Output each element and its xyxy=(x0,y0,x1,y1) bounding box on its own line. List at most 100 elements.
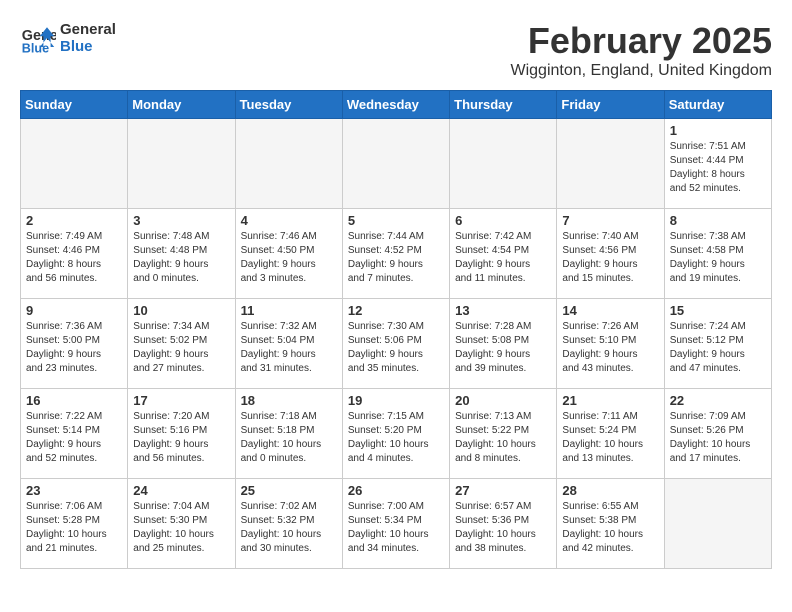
calendar-cell: 21 Sunrise: 7:11 AM Sunset: 5:24 PM Dayli… xyxy=(557,389,664,479)
logo-line2: Blue xyxy=(60,38,116,55)
day-number: 27 xyxy=(455,483,551,498)
calendar-cell: 1 Sunrise: 7:51 AM Sunset: 4:44 PM Daylig… xyxy=(664,119,771,209)
day-info: Sunrise: 7:15 AM Sunset: 5:20 PM Dayligh… xyxy=(348,410,444,466)
calendar-cell: 27 Sunrise: 6:57 AM Sunset: 5:36 PM Dayli… xyxy=(450,479,557,569)
calendar-cell: 12 Sunrise: 7:30 AM Sunset: 5:06 PM Dayli… xyxy=(342,299,449,389)
calendar-cell: 15 Sunrise: 7:24 AM Sunset: 5:12 PM Dayli… xyxy=(664,299,771,389)
calendar-cell: 6 Sunrise: 7:42 AM Sunset: 4:54 PM Daylig… xyxy=(450,209,557,299)
day-info: Sunrise: 7:38 AM Sunset: 4:58 PM Dayligh… xyxy=(670,230,766,286)
day-number: 24 xyxy=(133,483,229,498)
day-info: Sunrise: 7:42 AM Sunset: 4:54 PM Dayligh… xyxy=(455,230,551,286)
calendar-cell xyxy=(342,119,449,209)
day-info: Sunrise: 7:51 AM Sunset: 4:44 PM Dayligh… xyxy=(670,140,766,196)
day-info: Sunrise: 7:18 AM Sunset: 5:18 PM Dayligh… xyxy=(241,410,337,466)
logo-icon: General Blue xyxy=(20,20,56,56)
calendar-cell: 28Sunrise: 6:55 AM Sunset: 5:38 PM Dayli… xyxy=(557,479,664,569)
weekday-header-monday: Monday xyxy=(128,91,235,119)
calendar-cell xyxy=(450,119,557,209)
day-number: 18 xyxy=(241,393,337,408)
day-info: Sunrise: 7:44 AM Sunset: 4:52 PM Dayligh… xyxy=(348,230,444,286)
day-info: Sunrise: 7:20 AM Sunset: 5:16 PM Dayligh… xyxy=(133,410,229,466)
calendar-cell: 4 Sunrise: 7:46 AM Sunset: 4:50 PM Daylig… xyxy=(235,209,342,299)
day-info: Sunrise: 7:00 AM Sunset: 5:34 PM Dayligh… xyxy=(348,500,444,556)
calendar-cell: 11 Sunrise: 7:32 AM Sunset: 5:04 PM Dayli… xyxy=(235,299,342,389)
calendar-cell: 23 Sunrise: 7:06 AM Sunset: 5:28 PM Dayli… xyxy=(21,479,128,569)
day-info: Sunrise: 6:57 AM Sunset: 5:36 PM Dayligh… xyxy=(455,500,551,556)
title-section: February 2025 Wigginton, England, United… xyxy=(511,20,773,80)
weekday-header-sunday: Sunday xyxy=(21,91,128,119)
calendar-cell: 2Sunrise: 7:49 AM Sunset: 4:46 PM Daylig… xyxy=(21,209,128,299)
calendar-cell: 16Sunrise: 7:22 AM Sunset: 5:14 PM Dayli… xyxy=(21,389,128,479)
day-number: 4 xyxy=(241,213,337,228)
day-info: Sunrise: 7:04 AM Sunset: 5:30 PM Dayligh… xyxy=(133,500,229,556)
calendar-cell: 10 Sunrise: 7:34 AM Sunset: 5:02 PM Dayli… xyxy=(128,299,235,389)
day-number: 9 xyxy=(26,303,122,318)
calendar-cell: 26 Sunrise: 7:00 AM Sunset: 5:34 PM Dayli… xyxy=(342,479,449,569)
day-number: 13 xyxy=(455,303,551,318)
day-number: 6 xyxy=(455,213,551,228)
day-number: 21 xyxy=(562,393,658,408)
day-number: 10 xyxy=(133,303,229,318)
calendar-cell: 7 Sunrise: 7:40 AM Sunset: 4:56 PM Daylig… xyxy=(557,209,664,299)
svg-text:Blue: Blue xyxy=(22,41,49,55)
day-number: 16 xyxy=(26,393,122,408)
day-info: Sunrise: 7:49 AM Sunset: 4:46 PM Dayligh… xyxy=(26,230,122,286)
calendar-cell: 5Sunrise: 7:44 AM Sunset: 4:52 PM Daylig… xyxy=(342,209,449,299)
weekday-header-row: SundayMondayTuesdayWednesdayThursdayFrid… xyxy=(21,91,772,119)
logo-line1: General xyxy=(60,21,116,38)
day-info: Sunrise: 7:11 AM Sunset: 5:24 PM Dayligh… xyxy=(562,410,658,466)
day-info: Sunrise: 7:06 AM Sunset: 5:28 PM Dayligh… xyxy=(26,500,122,556)
location-title: Wigginton, England, United Kingdom xyxy=(511,62,773,80)
day-number: 11 xyxy=(241,303,337,318)
calendar-cell: 25 Sunrise: 7:02 AM Sunset: 5:32 PM Dayli… xyxy=(235,479,342,569)
calendar-cell xyxy=(664,479,771,569)
calendar-cell xyxy=(128,119,235,209)
day-number: 23 xyxy=(26,483,122,498)
calendar-cell xyxy=(557,119,664,209)
day-info: Sunrise: 7:36 AM Sunset: 5:00 PM Dayligh… xyxy=(26,320,122,376)
day-number: 1 xyxy=(670,123,766,138)
calendar-cell: 18 Sunrise: 7:18 AM Sunset: 5:18 PM Dayli… xyxy=(235,389,342,479)
weekday-header-friday: Friday xyxy=(557,91,664,119)
calendar-cell: 17Sunrise: 7:20 AM Sunset: 5:16 PM Dayli… xyxy=(128,389,235,479)
day-number: 26 xyxy=(348,483,444,498)
calendar-cell: 3Sunrise: 7:48 AM Sunset: 4:48 PM Daylig… xyxy=(128,209,235,299)
day-info: Sunrise: 7:34 AM Sunset: 5:02 PM Dayligh… xyxy=(133,320,229,376)
calendar-week-row: 9 Sunrise: 7:36 AM Sunset: 5:00 PM Daylig… xyxy=(21,299,772,389)
day-info: Sunrise: 7:40 AM Sunset: 4:56 PM Dayligh… xyxy=(562,230,658,286)
day-number: 22 xyxy=(670,393,766,408)
day-info: Sunrise: 7:09 AM Sunset: 5:26 PM Dayligh… xyxy=(670,410,766,466)
calendar-cell: 22 Sunrise: 7:09 AM Sunset: 5:26 PM Dayli… xyxy=(664,389,771,479)
day-number: 7 xyxy=(562,213,658,228)
calendar-cell: 20Sunrise: 7:13 AM Sunset: 5:22 PM Dayli… xyxy=(450,389,557,479)
day-number: 8 xyxy=(670,213,766,228)
day-number: 25 xyxy=(241,483,337,498)
weekday-header-saturday: Saturday xyxy=(664,91,771,119)
calendar-cell: 8 Sunrise: 7:38 AM Sunset: 4:58 PM Daylig… xyxy=(664,209,771,299)
day-info: Sunrise: 7:24 AM Sunset: 5:12 PM Dayligh… xyxy=(670,320,766,376)
day-number: 20 xyxy=(455,393,551,408)
day-info: Sunrise: 7:32 AM Sunset: 5:04 PM Dayligh… xyxy=(241,320,337,376)
day-number: 12 xyxy=(348,303,444,318)
calendar-cell: 14Sunrise: 7:26 AM Sunset: 5:10 PM Dayli… xyxy=(557,299,664,389)
day-info: Sunrise: 7:46 AM Sunset: 4:50 PM Dayligh… xyxy=(241,230,337,286)
calendar-cell xyxy=(21,119,128,209)
calendar-cell: 9 Sunrise: 7:36 AM Sunset: 5:00 PM Daylig… xyxy=(21,299,128,389)
calendar-cell: 24 Sunrise: 7:04 AM Sunset: 5:30 PM Dayli… xyxy=(128,479,235,569)
calendar-cell: 19 Sunrise: 7:15 AM Sunset: 5:20 PM Dayli… xyxy=(342,389,449,479)
logo: General Blue General Blue xyxy=(20,20,116,56)
day-info: Sunrise: 7:02 AM Sunset: 5:32 PM Dayligh… xyxy=(241,500,337,556)
day-info: Sunrise: 7:26 AM Sunset: 5:10 PM Dayligh… xyxy=(562,320,658,376)
calendar-week-row: 2Sunrise: 7:49 AM Sunset: 4:46 PM Daylig… xyxy=(21,209,772,299)
day-number: 3 xyxy=(133,213,229,228)
weekday-header-wednesday: Wednesday xyxy=(342,91,449,119)
day-number: 15 xyxy=(670,303,766,318)
weekday-header-thursday: Thursday xyxy=(450,91,557,119)
day-number: 19 xyxy=(348,393,444,408)
calendar-cell xyxy=(235,119,342,209)
weekday-header-tuesday: Tuesday xyxy=(235,91,342,119)
day-info: Sunrise: 6:55 AM Sunset: 5:38 PM Dayligh… xyxy=(562,500,658,556)
day-info: Sunrise: 7:30 AM Sunset: 5:06 PM Dayligh… xyxy=(348,320,444,376)
calendar-week-row: 23 Sunrise: 7:06 AM Sunset: 5:28 PM Dayli… xyxy=(21,479,772,569)
calendar-cell: 13Sunrise: 7:28 AM Sunset: 5:08 PM Dayli… xyxy=(450,299,557,389)
